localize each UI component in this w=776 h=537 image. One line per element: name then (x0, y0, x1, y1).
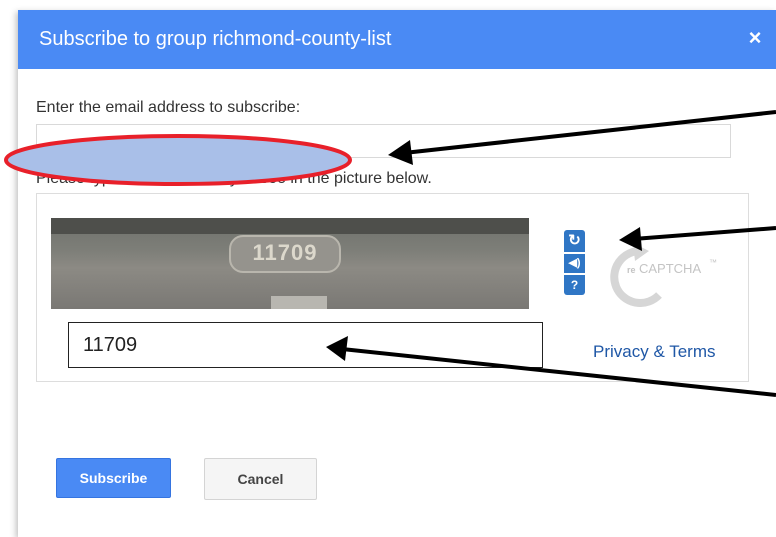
cancel-button[interactable]: Cancel (204, 458, 317, 500)
recaptcha-logo-text: CAPTCHA (639, 261, 701, 276)
help-icon[interactable]: ? (564, 275, 585, 295)
close-icon[interactable]: × (742, 24, 768, 52)
subscribe-button[interactable]: Subscribe (56, 458, 171, 498)
dialog-title: Subscribe to group richmond-county-list (39, 28, 392, 50)
captcha-answer-input[interactable] (68, 322, 543, 368)
captcha-prompt: Please type the characters you see in th… (36, 170, 432, 187)
captcha-image-post (271, 296, 327, 309)
screenshot: Subscribe to group richmond-county-list … (0, 0, 776, 537)
dialog-header: Subscribe to group richmond-county-list … (18, 10, 776, 69)
audio-icon[interactable]: ◀) (564, 254, 585, 273)
recaptcha-logo-tm: ™ (709, 258, 717, 267)
captcha-image-shadow (51, 218, 529, 234)
reload-icon[interactable]: ↻ (564, 230, 585, 252)
email-label: Enter the email address to subscribe: (36, 99, 301, 116)
recaptcha-logo-arrow (633, 243, 649, 261)
email-input[interactable] (36, 124, 731, 158)
recaptcha-logo: re CAPTCHA ™ (610, 243, 717, 307)
captcha-image-text: 11709 (252, 240, 318, 265)
privacy-terms-link[interactable]: Privacy & Terms (593, 342, 716, 362)
captcha-image: 11709 (51, 218, 529, 309)
recaptcha-logo-prefix: re (627, 265, 636, 275)
